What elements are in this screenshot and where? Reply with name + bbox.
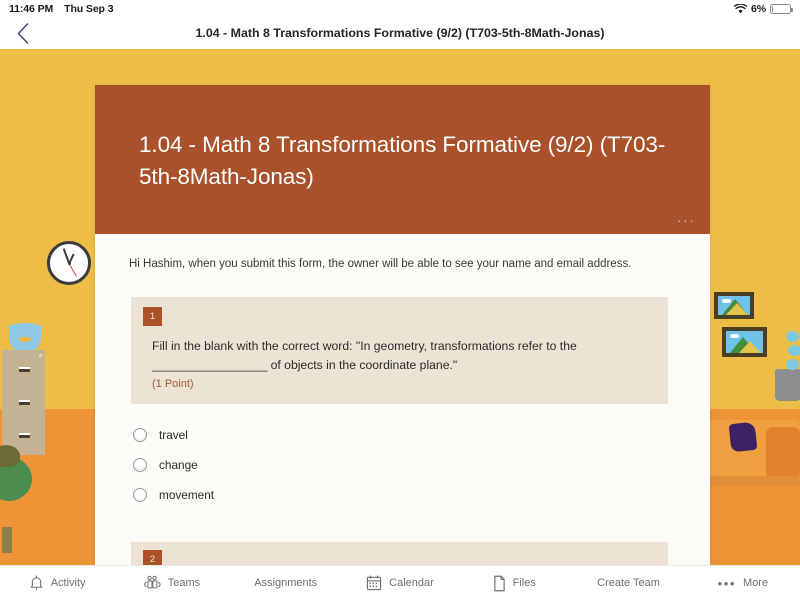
forms-header: 1.04 - Math 8 Transformations Formative …: [95, 85, 710, 234]
app-title-bar: 1.04 - Math 8 Transformations Formative …: [0, 17, 800, 49]
chevron-left-icon: [17, 22, 29, 44]
option-label: travel: [159, 428, 188, 443]
question-block-1: 1 Fill in the blank with the correct wor…: [131, 297, 668, 405]
nav-label: Assignments: [254, 577, 318, 589]
nav-item-assignments[interactable]: Assignments: [229, 566, 343, 600]
nav-label: Create Team: [597, 577, 660, 589]
nav-item-teams[interactable]: Teams: [114, 566, 228, 600]
app-root: 11:46 PM Thu Sep 3 6% 1.04 - Math 8 Tran…: [0, 0, 800, 600]
nav-item-create-team[interactable]: Create Team: [571, 566, 685, 600]
ellipsis-icon[interactable]: ...: [677, 211, 696, 224]
option-row[interactable]: movement: [131, 480, 676, 510]
bell-icon: [29, 575, 44, 591]
status-time: 11:46 PM: [9, 2, 54, 15]
page-title: 1.04 - Math 8 Transformations Formative …: [195, 26, 605, 40]
couch-arm-decoration: [766, 427, 800, 479]
nav-label: Files: [512, 577, 536, 589]
plant-leaf-decoration: [0, 445, 20, 467]
battery-icon: [770, 3, 793, 14]
question-number-badge: 1: [143, 307, 162, 327]
wall-clock-decoration: [47, 241, 91, 285]
nav-label: Teams: [167, 577, 201, 589]
ellipsis-icon: •••: [717, 575, 737, 591]
teams-people-icon: [143, 575, 161, 591]
nav-label: Calendar: [389, 577, 434, 589]
status-right-cluster: 6%: [734, 2, 793, 15]
nav-label: More: [743, 577, 769, 589]
file-document-icon: [493, 575, 506, 592]
status-date: Thu Sep 3: [64, 2, 114, 15]
picture-frame-decoration: [714, 292, 754, 319]
battery-percent-label: 6%: [751, 2, 766, 15]
radio-button-icon[interactable]: [133, 458, 147, 473]
back-button[interactable]: [0, 17, 46, 49]
bottom-navigation-bar: Activity Teams Assignments Calendar File…: [0, 565, 800, 600]
nav-item-more[interactable]: ••• More: [686, 566, 800, 600]
picture-frame-decoration: [722, 327, 767, 357]
wifi-icon: [734, 3, 748, 14]
nav-item-files[interactable]: Files: [457, 566, 571, 600]
calendar-icon: [366, 575, 382, 591]
option-label: movement: [159, 488, 215, 503]
nav-label: Activity: [50, 577, 86, 589]
couch-base-decoration: [706, 476, 800, 486]
plant-pot-decoration: [2, 527, 12, 553]
forms-body: Hi Hashim, when you submit this form, th…: [95, 234, 710, 565]
answer-options-list: travel change movement: [129, 420, 676, 510]
nav-item-calendar[interactable]: Calendar: [343, 566, 457, 600]
nav-item-activity[interactable]: Activity: [0, 566, 114, 600]
question-points: (1 Point): [152, 378, 194, 391]
filing-cabinet-decoration: [2, 350, 45, 455]
pillow-decoration: [728, 421, 758, 453]
potted-plant-decoration: [775, 369, 800, 401]
radio-button-icon[interactable]: [133, 488, 147, 503]
radio-button-icon[interactable]: [133, 428, 147, 443]
question-number-badge: 2: [143, 550, 162, 565]
content-stage: 1.04 - Math 8 Transformations Formative …: [0, 49, 800, 565]
forms-card: 1.04 - Math 8 Transformations Formative …: [95, 85, 710, 565]
option-label: change: [159, 458, 198, 473]
ios-status-bar: 11:46 PM Thu Sep 3 6%: [0, 0, 800, 17]
option-row[interactable]: change: [131, 450, 676, 480]
option-row[interactable]: travel: [131, 420, 676, 450]
forms-title: 1.04 - Math 8 Transformations Formative …: [139, 132, 666, 189]
question-text: Fill in the blank with the correct word:…: [152, 339, 577, 373]
question-block-2: 2: [131, 542, 668, 565]
forms-greeting: Hi Hashim, when you submit this form, th…: [129, 258, 632, 270]
